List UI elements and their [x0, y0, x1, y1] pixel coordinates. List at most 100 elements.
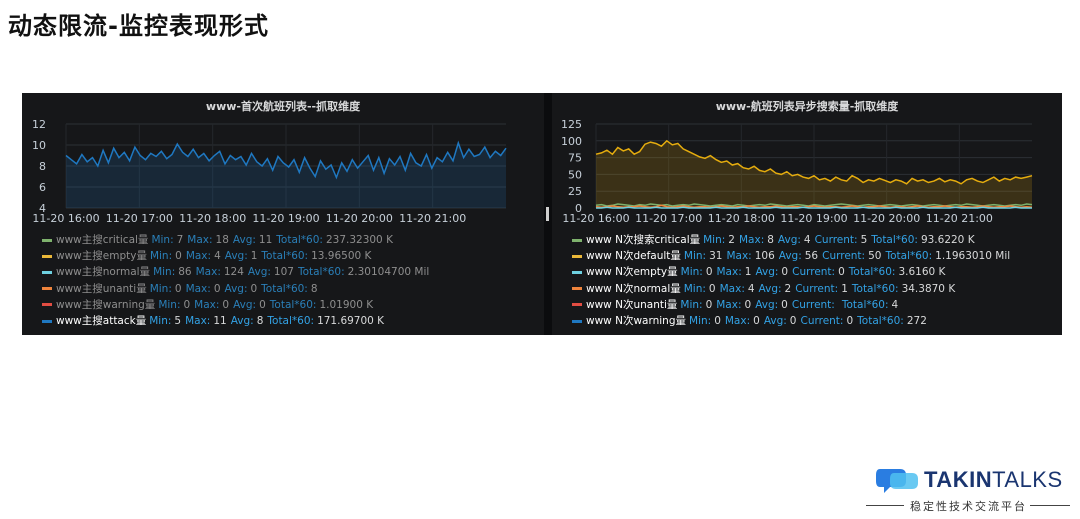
y-tick-label: 6: [39, 181, 46, 194]
legend-swatch: [572, 254, 582, 258]
legend-series-name[interactable]: www N次empty量: [586, 264, 678, 280]
legend-stat-key: Total*60:: [857, 315, 904, 328]
legend-series-name[interactable]: www N次default量: [586, 248, 681, 264]
legend-stat-value: 2.30104700 Mil: [347, 266, 430, 279]
logo-tagline: 稳定性技术交流平台: [910, 500, 1027, 513]
legend-stat-value: 8: [256, 315, 264, 328]
legend-item[interactable]: www N次normal量 Min: 0 Max: 4 Avg: 2 Current: 1 Tot…: [572, 281, 1014, 297]
legend-stat-key: Total*60:: [297, 266, 345, 279]
x-tick-label: 11-20 21:00: [926, 212, 993, 225]
y-tick-label: 10: [32, 139, 46, 152]
speech-bubble-icon: [876, 469, 918, 493]
legend-stat-key: Total*60:: [871, 234, 918, 246]
legend-series-name[interactable]: www N次normal量: [586, 281, 681, 297]
legend-stat-key: Max:: [185, 250, 212, 263]
legend-stat-value: 11: [213, 315, 227, 328]
y-tick-label: 25: [568, 185, 582, 198]
legend-item[interactable]: www主搜attack量 Min: 5 Max: 11 Avg: 8 Total*60: 171…: [42, 313, 433, 329]
legend-swatch: [42, 271, 52, 274]
legend-item[interactable]: www N次default量 Min: 31 Max: 106 Avg: 56 Current…: [572, 248, 1014, 264]
logo-rule-right: [1030, 505, 1070, 506]
legend-stat-key: Avg:: [224, 282, 248, 295]
resize-handle[interactable]: [546, 207, 549, 221]
legend-series-name[interactable]: www主搜unanti量: [56, 281, 147, 297]
y-tick-label: 50: [568, 168, 582, 181]
legend-stat-value: 3.6160 K: [898, 266, 946, 279]
legend-stat-value: 8: [767, 234, 774, 246]
legend-stat-key: Min:: [683, 250, 707, 263]
legend-stat-value: 0: [213, 282, 221, 295]
legend-stat-key: Min:: [149, 282, 172, 295]
legend-stat-key: Min:: [158, 298, 181, 311]
legend-stat-key: Avg:: [755, 266, 779, 279]
legend-stat-key: Max:: [194, 298, 220, 311]
legend-stat-key: Current:: [792, 266, 836, 279]
legend-stat-key: Total*60:: [269, 298, 317, 311]
legend: www N次搜索critical量 Min: 2 Max: 8 Avg: 4 Current:…: [572, 232, 1014, 329]
legend-item[interactable]: www主搜empty量 Min: 0 Max: 4 Avg: 1 Total*60: 13.96…: [42, 248, 433, 264]
y-tick-label: 12: [32, 118, 46, 131]
series-line: [596, 206, 1032, 209]
legend-stat-key: Total*60:: [261, 250, 309, 263]
legend-series-name[interactable]: www N次warning量: [586, 313, 686, 329]
legend-item[interactable]: www主搜critical量 Min: 7 Max: 18 Avg: 11 Total*60:…: [42, 232, 433, 248]
x-tick-label: 11-20 16:00: [562, 212, 629, 225]
legend-stat-value: 0: [744, 298, 752, 311]
legend-item[interactable]: www N次warning量 Min: 0 Max: 0 Avg: 0 Current: 0 To…: [572, 313, 1014, 329]
legend-stat-value: 107: [273, 266, 294, 279]
legend-item[interactable]: www N次搜索critical量 Min: 2 Max: 8 Avg: 4 Current:…: [572, 232, 1014, 248]
legend-swatch: [572, 271, 582, 274]
legend-swatch: [572, 238, 582, 242]
legend-stat-value: 2: [728, 234, 735, 246]
legend-stat-value: 272: [906, 315, 927, 328]
legend-stat-key: Current:: [814, 234, 858, 246]
takin-talks-logo: TAKINTALKS 稳定性技术交流平台: [866, 465, 1072, 515]
legend-item[interactable]: www N次empty量 Min: 0 Max: 1 Avg: 0 Current: 0 Tota…: [572, 264, 1014, 280]
legend-stat-value: 0: [259, 298, 266, 311]
panel-first-search[interactable]: www-首次航班列表--抓取维度 4 6 8 10 12 11-20 16:00 11-20…: [22, 93, 544, 335]
slide-title: 动态限流-监控表现形式: [8, 12, 269, 40]
x-tick-label: 11-20 20:00: [326, 212, 393, 225]
legend-stat-value: 0: [781, 266, 789, 279]
logo-text: TAKINTALKS: [924, 467, 1063, 493]
legend-item[interactable]: www主搜normal量 Min: 86 Max: 124 Avg: 107 Total*60…: [42, 264, 433, 280]
legend-stat-key: Min:: [703, 234, 726, 246]
legend-series-name[interactable]: www主搜empty量: [56, 248, 147, 264]
legend-stat-value: 124: [223, 266, 244, 279]
legend-stat-key: Min:: [689, 315, 712, 328]
legend-series-name[interactable]: www主搜critical量: [56, 232, 148, 248]
legend-series-name[interactable]: www主搜warning量: [56, 297, 155, 313]
legend-stat-key: Total*60:: [841, 298, 889, 311]
legend-series-name[interactable]: www N次搜索critical量: [586, 232, 700, 248]
legend-stat-value: 237.32300 K: [325, 234, 393, 246]
legend-stat-key: Min:: [680, 298, 703, 311]
legend-stat-key: Max:: [719, 282, 745, 295]
legend-stat-value: 0: [781, 298, 788, 311]
legend-stat-value: 13.96500 K: [311, 250, 372, 263]
panel-async-search[interactable]: www-航班列表异步搜索量-抓取维度 0 25 50 75 100 125 11-20 16…: [552, 93, 1062, 335]
legend-stat-value: 56: [804, 250, 819, 263]
legend-stat-key: Current:: [791, 298, 835, 311]
legend-stat-key: Current:: [800, 315, 844, 328]
legend-item[interactable]: www主搜unanti量 Min: 0 Max: 0 Avg: 0 Total*60: 8: [42, 281, 433, 297]
legend-series-name[interactable]: www N次unanti量: [586, 297, 677, 313]
legend-stat-key: Avg:: [233, 298, 257, 311]
legend-stat-value: 5: [174, 315, 182, 328]
legend-stat-key: Min:: [153, 266, 176, 279]
legend-stat-value: 0: [174, 282, 182, 295]
legend-series-name[interactable]: www主搜attack量: [56, 313, 146, 329]
legend-item[interactable]: www主搜warning量 Min: 0 Max: 0 Avg: 0 Total*60: 1.0…: [42, 297, 433, 313]
legend-series-name[interactable]: www主搜normal量: [56, 264, 150, 280]
x-tick-label: 11-20 16:00: [32, 212, 99, 225]
x-tick-label: 11-20 19:00: [252, 212, 319, 225]
logo-brand-bold: TAKIN: [924, 467, 993, 492]
legend-stat-key: Avg:: [755, 298, 779, 311]
legend-stat-value: 0: [175, 250, 182, 263]
legend-swatch: [42, 303, 52, 307]
legend-stat-key: Min:: [149, 315, 172, 328]
legend-stat-value: 1.01900 K: [319, 298, 374, 311]
legend-stat-value: 2: [784, 282, 792, 295]
logo-rule-left: [866, 505, 904, 506]
legend-item[interactable]: www N次unanti量 Min: 0 Max: 0 Avg: 0 Current: Tota…: [572, 297, 1014, 313]
x-tick-label: 11-20 19:00: [780, 212, 847, 225]
